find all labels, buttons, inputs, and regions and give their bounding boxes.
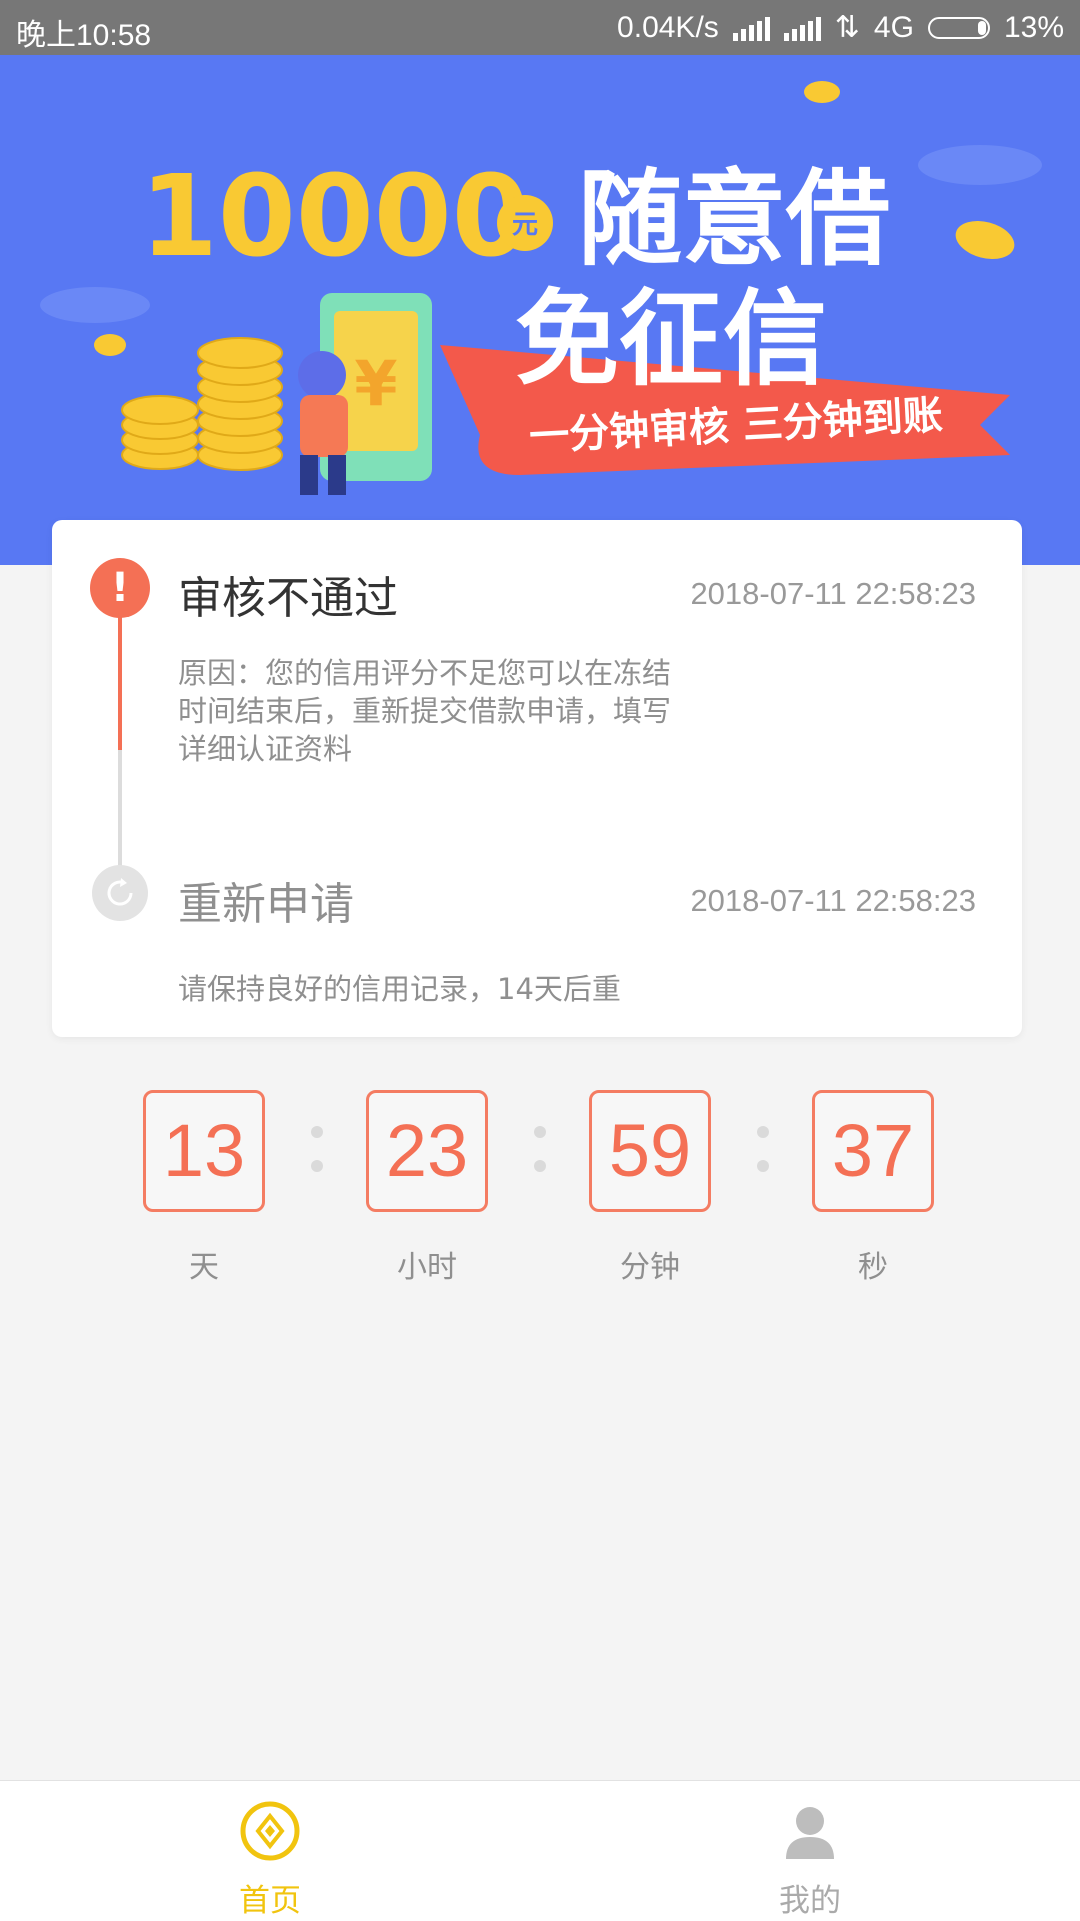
countdown-separator — [757, 1126, 769, 1194]
bottom-tab-bar: 首页 我的 — [0, 1780, 1080, 1921]
alert-icon: ! — [90, 558, 150, 618]
tab-mine-label: 我的 — [779, 1883, 841, 1919]
status-bar: 晚上10:58 0.04K/s ⇅ 4G 13% — [0, 0, 1080, 55]
banner-illustration: 10000 元 随意借 免征信 ¥ 一分钟审核 三分钟到账 — [40, 81, 1042, 495]
countdown-minutes: 59 — [589, 1090, 711, 1212]
countdown-seconds-label: 秒 — [858, 1250, 888, 1285]
countdown-minutes-label: 分钟 — [620, 1250, 680, 1285]
data-transfer-icon: ⇅ — [834, 11, 860, 44]
application-status-card: ! 审核不通过 2018-07-11 22:58:23 原因：您的信用评分不足您… — [52, 520, 1022, 1037]
tab-home[interactable]: 首页 — [0, 1781, 540, 1921]
net-speed: 0.04K/s — [617, 10, 719, 44]
tab-mine[interactable]: 我的 — [540, 1781, 1080, 1921]
banner-unit: 元 — [512, 210, 538, 240]
user-icon — [786, 1807, 834, 1859]
step2-title: 重新申请 — [178, 879, 354, 930]
step1-title: 审核不通过 — [178, 573, 398, 624]
countdown-days: 13 — [143, 1090, 265, 1212]
countdown-hours-label: 小时 — [397, 1250, 457, 1285]
signal-icon — [783, 15, 821, 41]
rejection-reason: 原因：您的信用评分不足您可以在冻结时间结束后，重新提交借款申请，填写详细认证资料 — [178, 656, 672, 766]
timeline-line-active — [118, 610, 122, 750]
reapply-hint: 请保持良好的信用记录，14天后重 — [178, 972, 621, 1006]
tab-home-label: 首页 — [239, 1883, 301, 1919]
countdown-seconds: 37 — [812, 1090, 934, 1212]
banner-headline-1: 随意借 — [578, 158, 890, 280]
yen-icon: ¥ — [354, 347, 397, 420]
banner-amount: 10000 — [140, 152, 530, 282]
network-type: 4G — [873, 10, 914, 44]
battery-icon — [927, 16, 990, 39]
countdown-separator — [534, 1126, 546, 1194]
status-right: 0.04K/s ⇅ 4G 13% — [617, 10, 1064, 45]
home-coin-icon — [240, 1801, 300, 1861]
countdown-separator — [311, 1126, 323, 1194]
timeline-line-pending — [118, 750, 122, 875]
refresh-icon — [92, 865, 148, 921]
step1-time: 2018-07-11 22:58:23 — [690, 576, 976, 611]
step2-time: 2018-07-11 22:58:23 — [690, 883, 976, 918]
signal-icon — [732, 15, 770, 41]
battery-level: 13% — [1003, 10, 1064, 44]
status-time: 晚上10:58 — [16, 19, 152, 52]
countdown-hours: 23 — [366, 1090, 488, 1212]
countdown-days-label: 天 — [189, 1250, 219, 1285]
banner-headline-2: 免征信 — [515, 278, 827, 400]
promo-banner[interactable]: 10000 元 随意借 免征信 ¥ 一分钟审核 三分钟到账 — [0, 55, 1080, 565]
